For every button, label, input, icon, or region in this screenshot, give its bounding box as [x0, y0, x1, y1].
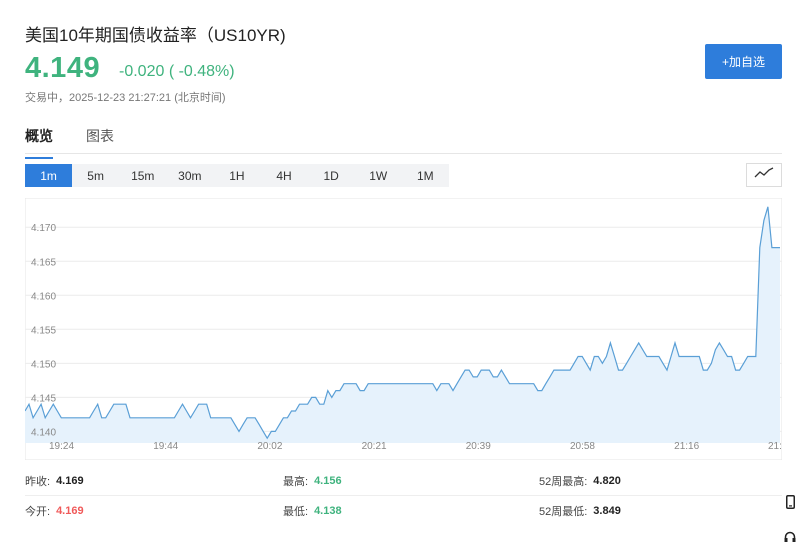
stat-value: 4.169 — [56, 474, 84, 487]
stat-value: 4.820 — [593, 474, 621, 487]
x-tick-label: 20:39 — [466, 441, 491, 452]
add-watchlist-button[interactable]: +加自选 — [705, 44, 782, 79]
stat-low: 最低: 4.138 — [283, 503, 342, 519]
stats-row-1: 昨收: 4.169 最高: 4.156 52周最高: 4.820 — [25, 466, 782, 496]
stat-52w-low: 52周最低: 3.849 — [539, 503, 621, 519]
x-tick-label: 20:02 — [257, 441, 282, 452]
y-tick-label: 4.170 — [31, 223, 56, 234]
interval-1m[interactable]: 1m — [25, 164, 73, 187]
interval-1d[interactable]: 1D — [308, 164, 355, 187]
stat-value: 4.138 — [314, 505, 342, 517]
main-tabs: 概览 图表 — [25, 126, 147, 159]
price-change: -0.020 ( -0.48%) — [119, 63, 235, 80]
y-tick-label: 4.150 — [31, 359, 56, 370]
y-tick-label: 4.145 — [31, 393, 56, 404]
stat-open: 今开: 4.169 — [25, 503, 84, 519]
stat-value: 4.156 — [314, 474, 342, 487]
y-tick-label: 4.165 — [31, 257, 56, 268]
y-tick-label: 4.155 — [31, 325, 56, 336]
x-tick-label: 21:16 — [674, 441, 699, 452]
stat-label: 昨收: — [25, 475, 51, 488]
x-tick-label: 21:3 — [768, 441, 782, 452]
tab-overview[interactable]: 概览 — [25, 126, 53, 159]
stat-label: 最低: — [283, 506, 309, 518]
interval-1w[interactable]: 1W — [355, 164, 402, 187]
interval-4h[interactable]: 4H — [260, 164, 307, 187]
stats-row-2: 今开: 4.169 最低: 4.138 52周最低: 3.849 — [25, 496, 782, 526]
interval-30m[interactable]: 30m — [166, 164, 213, 187]
stat-label: 52周最高: — [539, 475, 588, 488]
stat-value: 3.849 — [593, 505, 621, 517]
stats-panel: 昨收: 4.169 最高: 4.156 52周最高: 4.820 今开: 4.1… — [25, 466, 782, 526]
x-tick-label: 19:24 — [49, 441, 74, 452]
interval-1mo[interactable]: 1M — [402, 164, 449, 187]
stat-label: 今开: — [25, 506, 51, 518]
interval-15m[interactable]: 15m — [119, 164, 166, 187]
line-chart-icon — [754, 166, 774, 184]
stat-high: 最高: 4.156 — [283, 473, 342, 489]
mobile-icon[interactable] — [783, 494, 797, 510]
price-chart[interactable]: 4.140 4.145 4.150 4.155 4.160 4.165 4.170 19:2… — [25, 198, 782, 460]
y-tick-label: 4.160 — [31, 291, 56, 302]
y-tick-label: 4.140 — [31, 427, 56, 438]
stat-label: 52周最低: — [539, 506, 588, 518]
trading-status: 交易中，2025-12-23 21:27:21 (北京时间) — [25, 92, 226, 104]
stat-prev-close: 昨收: 4.169 — [25, 473, 84, 489]
tab-chart[interactable]: 图表 — [86, 126, 114, 159]
headset-icon[interactable] — [783, 529, 797, 543]
tabs-divider — [25, 153, 782, 154]
stat-value: 4.169 — [56, 505, 84, 517]
x-tick-label: 19:44 — [153, 441, 178, 452]
x-tick-label: 20:21 — [362, 441, 387, 452]
page-title: 美国10年期国债收益率（US10YR) — [25, 26, 286, 45]
interval-1h[interactable]: 1H — [213, 164, 260, 187]
interval-selector: 1m 5m 15m 30m 1H 4H 1D 1W 1M — [25, 164, 449, 187]
x-tick-label: 20:58 — [570, 441, 595, 452]
chart-type-button[interactable] — [746, 163, 782, 187]
current-price: 4.149 — [25, 52, 101, 84]
stat-label: 最高: — [283, 475, 309, 488]
stat-52w-high: 52周最高: 4.820 — [539, 473, 621, 489]
interval-5m[interactable]: 5m — [72, 164, 119, 187]
